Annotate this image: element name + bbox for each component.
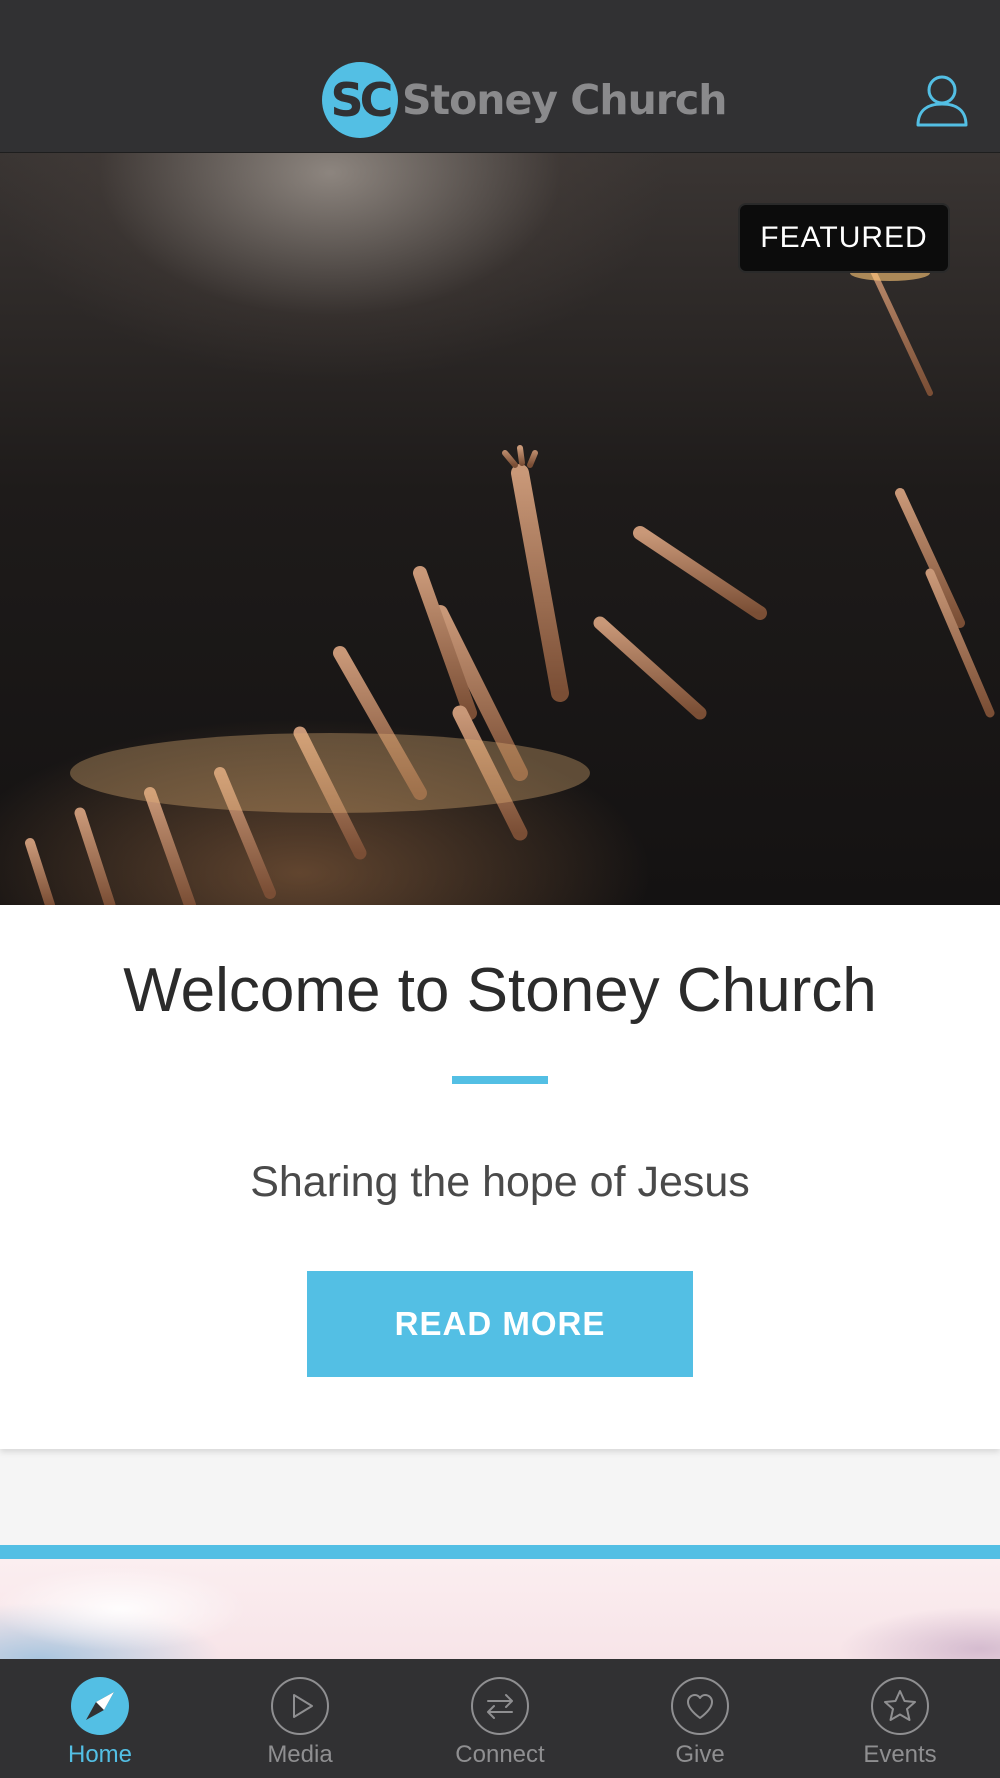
exchange-icon xyxy=(471,1677,529,1735)
tab-label: Give xyxy=(675,1741,725,1768)
tab-home[interactable]: Home xyxy=(0,1659,200,1778)
tab-media[interactable]: Media xyxy=(200,1659,400,1778)
tab-connect[interactable]: Connect xyxy=(400,1659,600,1778)
tab-give[interactable]: Give xyxy=(600,1659,800,1778)
tab-label: Media xyxy=(267,1741,333,1768)
user-icon xyxy=(916,75,968,127)
tab-events[interactable]: Events xyxy=(800,1659,1000,1778)
church-logo[interactable]: SC Stoney Church xyxy=(322,62,727,138)
featured-hero-image[interactable]: FEATURED xyxy=(0,153,1000,905)
compass-icon xyxy=(71,1677,129,1735)
profile-button[interactable] xyxy=(914,72,970,128)
play-icon xyxy=(271,1677,329,1735)
card-subtitle: Sharing the hope of Jesus xyxy=(250,1158,750,1206)
welcome-card: Welcome to Stoney Church Sharing the hop… xyxy=(0,905,1000,1449)
tab-label: Events xyxy=(863,1741,937,1768)
app-header: SC Stoney Church xyxy=(0,0,1000,153)
tab-label: Connect xyxy=(455,1741,545,1768)
title-divider xyxy=(452,1076,548,1084)
bottom-tab-bar: Home Media Connect Give Events xyxy=(0,1659,1000,1778)
read-more-button[interactable]: READ MORE xyxy=(307,1271,693,1377)
card-title: Welcome to Stoney Church xyxy=(123,956,877,1025)
star-icon xyxy=(871,1677,929,1735)
heart-icon xyxy=(671,1677,729,1735)
logo-text: Stoney Church xyxy=(402,76,727,124)
logo-badge: SC xyxy=(322,62,398,138)
tab-label: Home xyxy=(67,1741,133,1768)
featured-badge: FEATURED xyxy=(738,203,950,273)
next-card-preview-image[interactable] xyxy=(0,1545,1000,1660)
